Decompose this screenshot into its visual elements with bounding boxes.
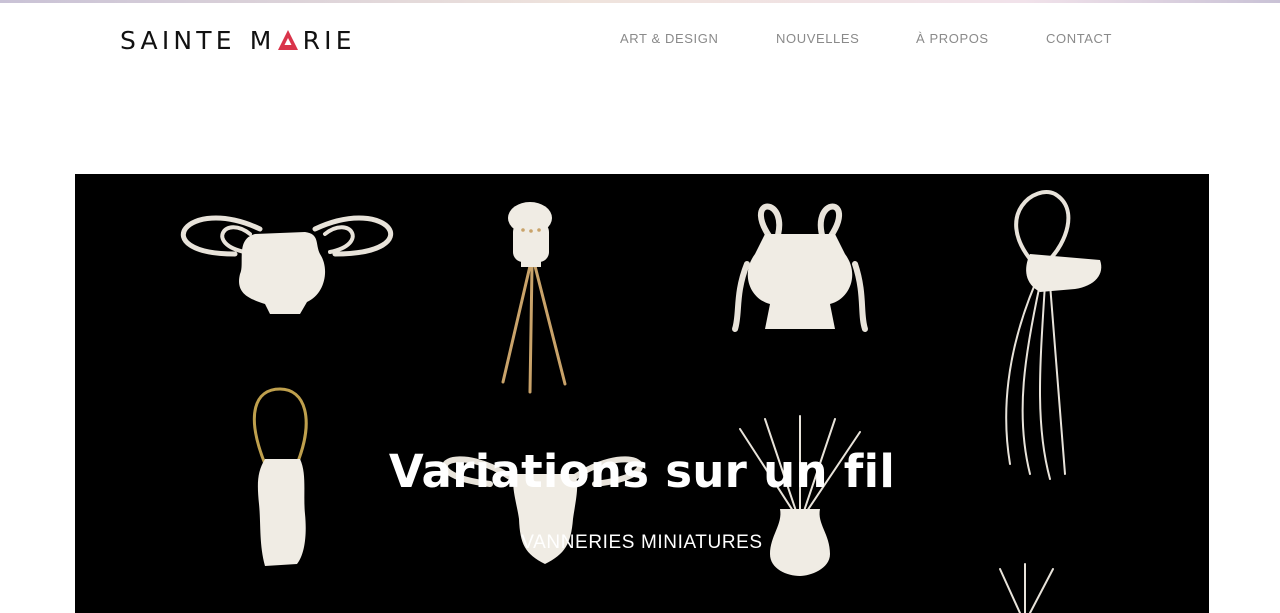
- hero-banner[interactable]: Variations sur un fil VANNERIES MINIATUR…: [75, 174, 1209, 613]
- nav-item-art-design[interactable]: ART & DESIGN: [620, 31, 718, 46]
- nav-item-a-propos[interactable]: À PROPOS: [916, 31, 989, 46]
- nav-item-nouvelles[interactable]: NOUVELLES: [776, 31, 859, 46]
- hero-title: Variations sur un fil: [388, 445, 896, 498]
- nav-item-contact[interactable]: CONTACT: [1046, 31, 1112, 46]
- hero-subtitle: VANNERIES MINIATURES: [521, 532, 763, 553]
- main-nav: ART & DESIGN NOUVELLES À PROPOS CONTACT: [0, 31, 1280, 51]
- site-header: SAINTE M RIE ART & DESIGN NOUVELLES À PR…: [0, 3, 1280, 75]
